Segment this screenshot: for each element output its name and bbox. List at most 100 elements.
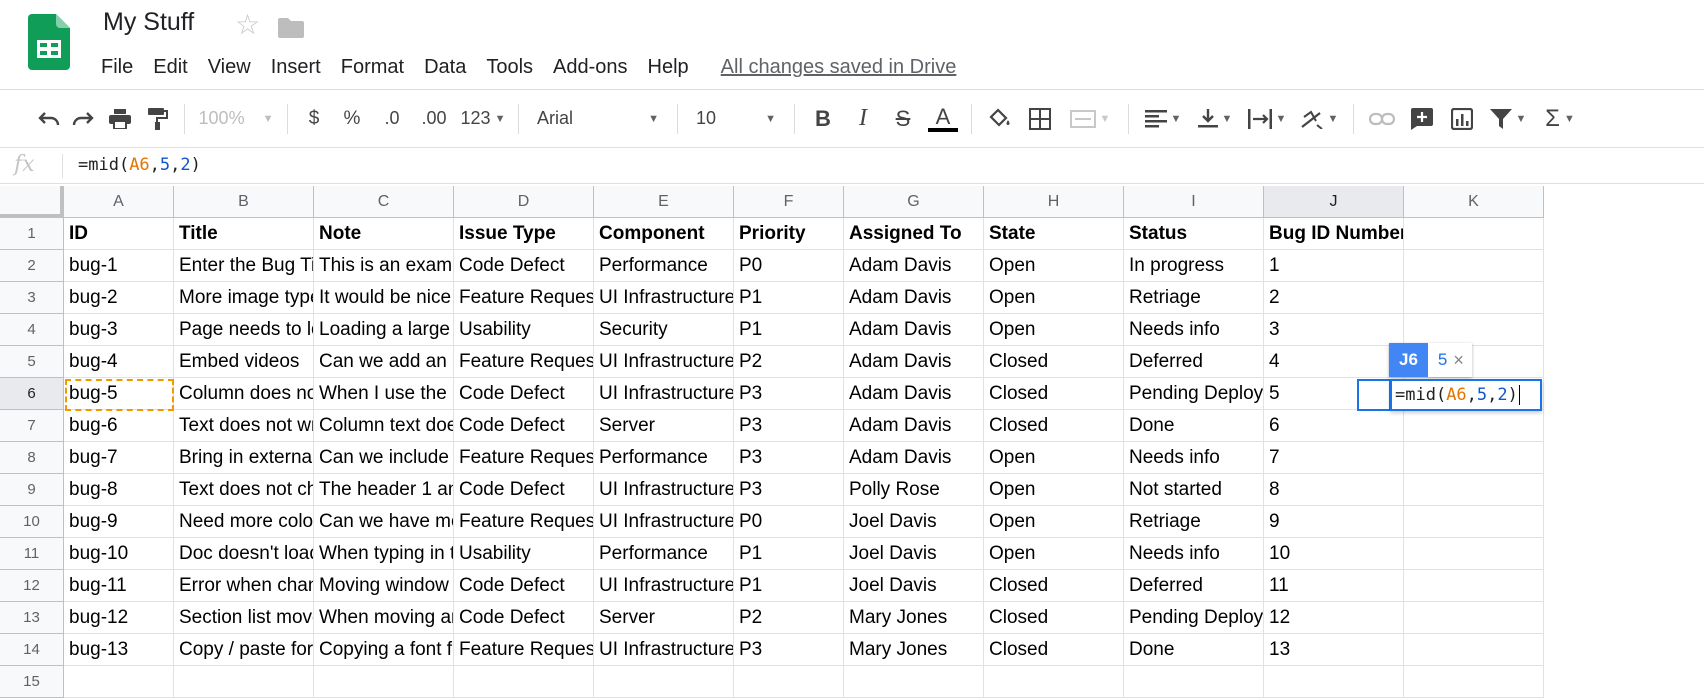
- document-title[interactable]: My Stuff: [103, 8, 194, 37]
- table-cell[interactable]: Doc doesn't load: [174, 538, 314, 570]
- text-rotation-icon[interactable]: ▼: [1293, 100, 1345, 138]
- table-cell[interactable]: Adam Davis: [844, 378, 984, 410]
- table-cell[interactable]: bug-5: [64, 378, 174, 410]
- table-cell[interactable]: [1404, 314, 1544, 346]
- header-cell[interactable]: State: [984, 218, 1124, 250]
- row-header-1[interactable]: 1: [0, 218, 64, 250]
- italic-button[interactable]: I: [843, 100, 883, 138]
- table-cell[interactable]: Not started: [1124, 474, 1264, 506]
- table-cell[interactable]: Adam Davis: [844, 250, 984, 282]
- column-header-d[interactable]: D: [454, 186, 594, 218]
- table-cell[interactable]: Column does not: [174, 378, 314, 410]
- table-cell[interactable]: [174, 666, 314, 698]
- table-cell[interactable]: P3: [734, 442, 844, 474]
- table-cell[interactable]: 3: [1264, 314, 1404, 346]
- undo-icon[interactable]: [32, 100, 66, 138]
- table-cell[interactable]: Mary Jones: [844, 634, 984, 666]
- table-cell[interactable]: Joel Davis: [844, 538, 984, 570]
- functions-icon[interactable]: Σ ▼: [1534, 100, 1586, 138]
- table-cell[interactable]: Copy / paste forma: [174, 634, 314, 666]
- table-cell[interactable]: P3: [734, 378, 844, 410]
- table-cell[interactable]: Can we have more: [314, 506, 454, 538]
- table-cell[interactable]: bug-4: [64, 346, 174, 378]
- table-cell[interactable]: bug-9: [64, 506, 174, 538]
- table-cell[interactable]: Code Defect: [454, 378, 594, 410]
- table-cell[interactable]: Feature Request: [454, 346, 594, 378]
- table-cell[interactable]: 9: [1264, 506, 1404, 538]
- table-cell[interactable]: When I use the mo: [314, 378, 454, 410]
- table-cell[interactable]: Can we include al: [314, 442, 454, 474]
- decrease-decimals-button[interactable]: .0: [372, 100, 412, 138]
- table-cell[interactable]: Server: [594, 602, 734, 634]
- print-icon[interactable]: [100, 100, 140, 138]
- table-cell[interactable]: [1404, 666, 1544, 698]
- column-header-a[interactable]: A: [64, 186, 174, 218]
- table-cell[interactable]: Open: [984, 282, 1124, 314]
- bold-button[interactable]: B: [803, 100, 843, 138]
- text-wrap-icon[interactable]: ▼: [1241, 100, 1293, 138]
- table-cell[interactable]: Column text does: [314, 410, 454, 442]
- table-cell[interactable]: bug-8: [64, 474, 174, 506]
- table-cell[interactable]: UI Infrastructure: [594, 346, 734, 378]
- table-cell[interactable]: bug-12: [64, 602, 174, 634]
- table-cell[interactable]: P0: [734, 250, 844, 282]
- table-cell[interactable]: [454, 666, 594, 698]
- table-cell[interactable]: Done: [1124, 634, 1264, 666]
- row-header-13[interactable]: 13: [0, 602, 64, 634]
- table-cell[interactable]: [1404, 570, 1544, 602]
- table-cell[interactable]: Embed videos: [174, 346, 314, 378]
- header-cell[interactable]: Priority: [734, 218, 844, 250]
- table-cell[interactable]: Pending Deployment: [1124, 378, 1264, 410]
- table-cell[interactable]: Adam Davis: [844, 442, 984, 474]
- table-cell[interactable]: Adam Davis: [844, 346, 984, 378]
- table-cell[interactable]: Retriage: [1124, 506, 1264, 538]
- menu-tools[interactable]: Tools: [476, 56, 543, 79]
- table-cell[interactable]: Bring in external: [174, 442, 314, 474]
- table-cell[interactable]: Pending Deployment: [1124, 602, 1264, 634]
- table-cell[interactable]: bug-1: [64, 250, 174, 282]
- column-header-k[interactable]: K: [1404, 186, 1544, 218]
- row-header-11[interactable]: 11: [0, 538, 64, 570]
- table-cell[interactable]: Closed: [984, 410, 1124, 442]
- table-cell[interactable]: Performance: [594, 250, 734, 282]
- table-cell[interactable]: 7: [1264, 442, 1404, 474]
- menu-view[interactable]: View: [198, 56, 261, 79]
- table-cell[interactable]: Copying a font fro: [314, 634, 454, 666]
- table-cell[interactable]: [1404, 538, 1544, 570]
- column-header-j[interactable]: J: [1264, 186, 1404, 218]
- header-cell[interactable]: Status: [1124, 218, 1264, 250]
- font-family-select[interactable]: Arial ▼: [527, 100, 669, 138]
- row-header-8[interactable]: 8: [0, 442, 64, 474]
- table-cell[interactable]: 6: [1264, 410, 1404, 442]
- more-formats-select[interactable]: 123 ▼: [456, 100, 510, 138]
- table-cell[interactable]: Feature Request: [454, 442, 594, 474]
- table-cell[interactable]: UI Infrastructure: [594, 506, 734, 538]
- table-cell[interactable]: bug-7: [64, 442, 174, 474]
- table-cell[interactable]: bug-6: [64, 410, 174, 442]
- star-icon[interactable]: ☆: [235, 8, 260, 41]
- table-cell[interactable]: [1404, 506, 1544, 538]
- table-cell[interactable]: When moving and: [314, 602, 454, 634]
- table-cell[interactable]: Usability: [454, 314, 594, 346]
- menu-file[interactable]: File: [91, 56, 143, 79]
- table-cell[interactable]: Adam Davis: [844, 410, 984, 442]
- table-cell[interactable]: Joel Davis: [844, 506, 984, 538]
- table-cell[interactable]: Adam Davis: [844, 282, 984, 314]
- table-cell[interactable]: Joel Davis: [844, 570, 984, 602]
- table-cell[interactable]: Closed: [984, 378, 1124, 410]
- table-cell[interactable]: UI Infrastructure: [594, 474, 734, 506]
- menu-insert[interactable]: Insert: [261, 56, 331, 79]
- table-cell[interactable]: Needs info: [1124, 442, 1264, 474]
- folder-icon[interactable]: [278, 16, 304, 38]
- table-cell[interactable]: [1264, 666, 1404, 698]
- redo-icon[interactable]: [66, 100, 100, 138]
- table-cell[interactable]: P2: [734, 602, 844, 634]
- table-cell[interactable]: Open: [984, 474, 1124, 506]
- row-header-7[interactable]: 7: [0, 410, 64, 442]
- table-cell[interactable]: It would be nice to: [314, 282, 454, 314]
- table-cell[interactable]: Enter the Bug Title: [174, 250, 314, 282]
- menu-data[interactable]: Data: [414, 56, 476, 79]
- table-cell[interactable]: UI Infrastructure: [594, 570, 734, 602]
- table-cell[interactable]: Code Defect: [454, 570, 594, 602]
- fill-color-icon[interactable]: [980, 100, 1020, 138]
